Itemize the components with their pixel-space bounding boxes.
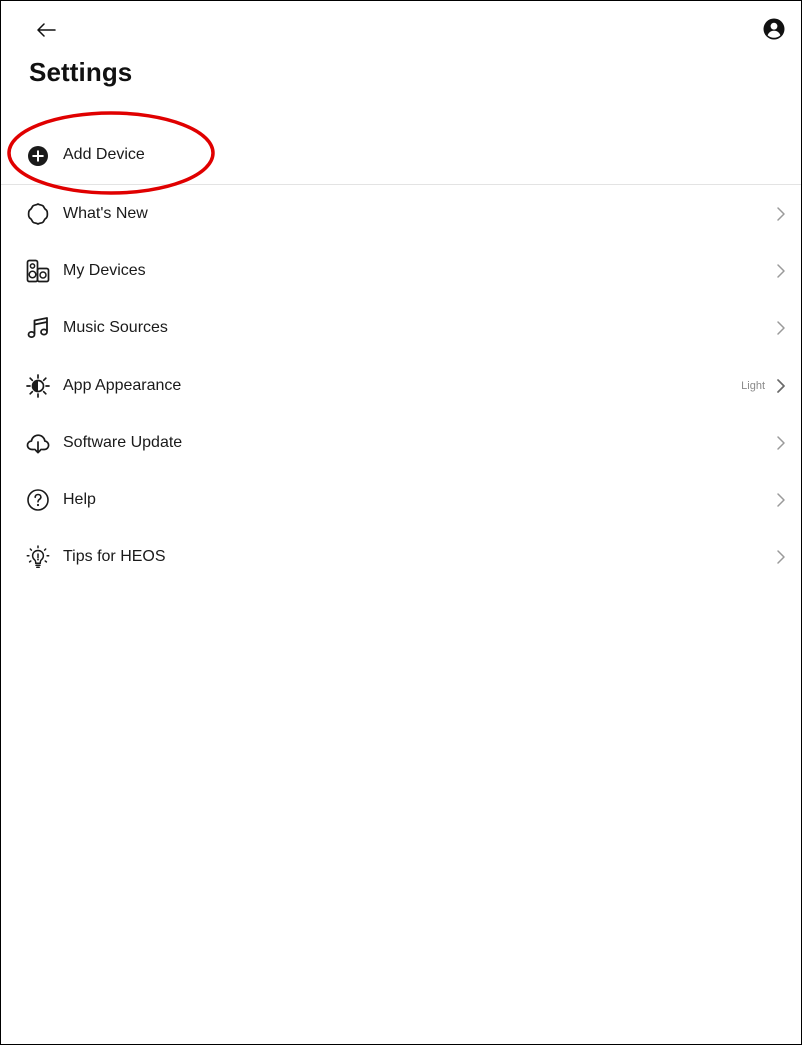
menu-item-label: Help — [63, 490, 96, 508]
menu-item-whats-new[interactable]: What's New — [1, 186, 801, 243]
add-device-label: Add Device — [63, 146, 145, 163]
menu-item-music-sources[interactable]: Music Sources — [1, 300, 801, 357]
menu-item-label: Tips for HEOS — [63, 548, 166, 566]
menu-item-help[interactable]: Help — [1, 472, 801, 529]
chevron-right-icon — [775, 263, 787, 279]
help-circle-icon — [26, 488, 50, 512]
music-note-icon — [26, 316, 50, 340]
settings-menu: What's New My Devices Music Sources App … — [1, 186, 801, 586]
menu-item-label: My Devices — [63, 262, 146, 280]
appearance-icon — [26, 373, 50, 398]
settings-screen: Settings Add Device What's New My Device… — [0, 0, 802, 1045]
menu-item-label: What's New — [63, 205, 148, 222]
lightbulb-icon — [26, 545, 50, 569]
account-button[interactable] — [759, 14, 789, 44]
menu-item-label: Software Update — [63, 433, 183, 451]
page-title: Settings — [29, 57, 133, 87]
speakers-icon — [26, 259, 50, 283]
menu-item-software-update[interactable]: Software Update — [1, 415, 801, 472]
divider — [1, 184, 801, 185]
arrow-left-icon — [36, 23, 56, 37]
menu-item-my-devices[interactable]: My Devices — [1, 243, 801, 300]
chevron-right-icon — [775, 378, 787, 394]
appearance-value: Light — [741, 379, 765, 392]
chevron-right-icon — [775, 549, 787, 565]
menu-item-label: Music Sources — [63, 319, 168, 337]
plus-circle-icon — [27, 145, 49, 167]
badge-outline-icon — [26, 202, 50, 226]
back-button[interactable] — [31, 15, 61, 45]
chevron-right-icon — [775, 206, 787, 222]
menu-item-app-appearance[interactable]: App Appearance Light — [1, 358, 801, 415]
account-icon — [763, 18, 785, 40]
menu-item-label: App Appearance — [63, 376, 182, 394]
chevron-right-icon — [775, 435, 787, 451]
cloud-download-icon — [26, 431, 50, 455]
menu-item-tips-for-heos[interactable]: Tips for HEOS — [1, 529, 801, 586]
add-device-button[interactable]: Add Device — [1, 131, 801, 183]
chevron-right-icon — [775, 492, 787, 508]
chevron-right-icon — [775, 320, 787, 336]
